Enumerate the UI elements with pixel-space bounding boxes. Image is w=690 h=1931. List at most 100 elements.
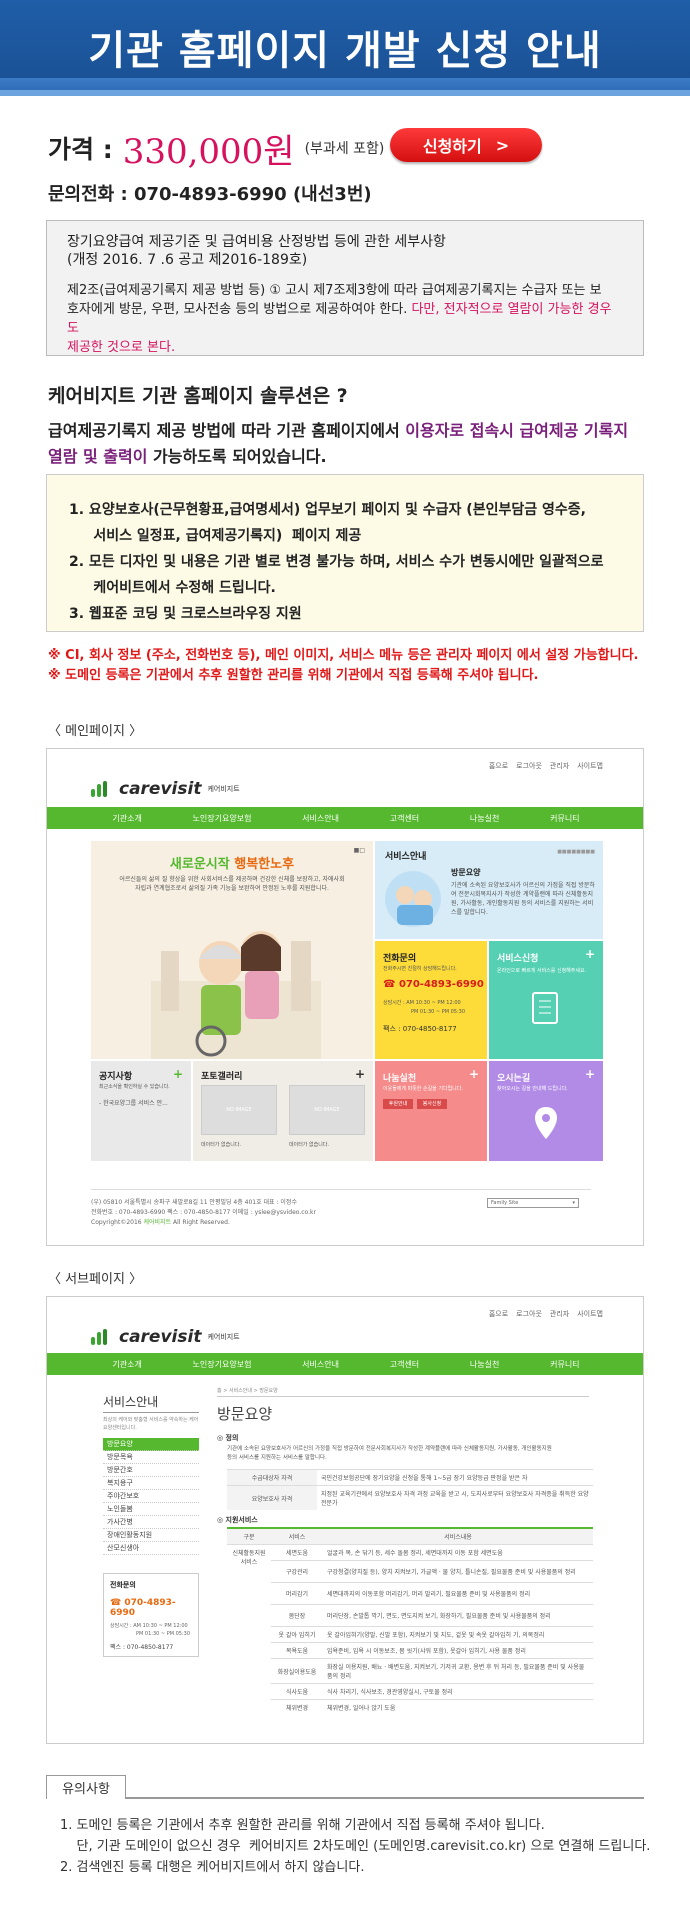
caution-item: 1. 도메인 등록은 기관에서 추후 원할한 관리를 위해 기관에서 직접 등록… (60, 1818, 545, 1833)
logo[interactable]: carevisit 케어비지트 (91, 1327, 240, 1347)
side-menu-item[interactable]: 가사간병 (103, 1516, 199, 1529)
table-cell: 수급대상자 자격 (227, 1469, 317, 1486)
apply-button-label: 신청하기 (422, 137, 482, 156)
share-text: 이웃들에게 따뜻한 손길을 기다립니다. (383, 1086, 463, 1092)
elderly-couple-illustration (151, 931, 321, 1059)
gallery-tile[interactable]: 포토갤러리 + NO IMAGE NO IMAGE 데이터가 없습니다. 데이터… (193, 1061, 373, 1161)
notice-tile-text: 최근소식을 확인하실 수 있습니다. (99, 1084, 170, 1090)
gnav-item[interactable]: 노인장기요양보험 (193, 813, 252, 824)
hero-text-line2: 자립과 연계협조로서 삶의질 가족 기능을 보완하여 안정된 노후를 지원합니다… (135, 885, 329, 892)
logo[interactable]: carevisit 케어비지트 (91, 779, 240, 799)
table-row: 옷 갈아 입히기 옷 갈아입혀기(양말, 신발 포함), 지켜보기 및 지도, 겉… (227, 1626, 593, 1643)
top-nav-home[interactable]: 홈으로 (489, 1309, 508, 1319)
notice-item: ※ CI, 회사 정보 (주소, 전화번호 등), 메인 이미지, 서비스 메뉴… (48, 648, 639, 663)
call-title: 전화문의 (383, 954, 417, 964)
breadcrumb: 홈 > 서비스안내 > 방문요양 (217, 1387, 589, 1397)
side-menu-item[interactable]: 산모신생아 (103, 1542, 199, 1555)
apply-tile-text: 온라인으로 빠르게 서비스를 신청해주세요. (497, 968, 587, 974)
donation-button[interactable]: 후원안내 (383, 1099, 413, 1109)
top-nav: 홈으로 로그아웃 관리자 사이트맵 (489, 761, 603, 771)
price-row: 가격 : 330,000원 (부과세 포함) (48, 124, 384, 172)
call-hours: 상담시간 : AM 10:30 ~ PM 12:00 PM 01:30 ~ PM … (383, 999, 465, 1017)
service-table: 구분 서비스 서비스내용 신체활동지원 서비스 세면도움 얼굴과 목, 손 닦기 등, … (227, 1527, 593, 1715)
feature-item: 2. 모든 디자인 및 내용은 기관 별로 변경 불가능 하며, 서비스 수가 … (69, 554, 604, 570)
gnav-item[interactable]: 나눔실천 (470, 1359, 499, 1370)
support-title: ◎ 지원서비스 (217, 1515, 258, 1525)
gnav-item[interactable]: 고객센터 (390, 813, 419, 824)
table-cell: 몸단장 (271, 1604, 323, 1627)
plus-icon[interactable]: + (585, 1067, 595, 1081)
plus-icon[interactable]: + (469, 1067, 479, 1081)
def-text-1: 기관에 소속된 요양보호사가 어르신의 가정을 직접 방문하여 전문사회복지사가… (227, 1446, 552, 1452)
plus-icon[interactable]: + (585, 947, 595, 961)
qualification-table: 수급대상자 자격 국민건강보험공단에 장기요양을 신청을 통해 1~5급 장기 요… (227, 1469, 593, 1510)
hero-title-text: 새로운시작 (169, 857, 235, 872)
family-site-select[interactable]: Family Site ▾ (487, 1198, 579, 1208)
regulation-body-text: 호자에게 방문, 우편, 모사전송 등의 방법으로 제공하여야 한다. (67, 302, 408, 317)
table-cell: 신체활동지원 서비스 (227, 1544, 271, 1715)
gallery-placeholder: NO IMAGE (201, 1085, 277, 1135)
banner-stripe-light (0, 90, 690, 96)
share-title: 나눔실천 (383, 1074, 417, 1084)
top-nav-admin[interactable]: 관리자 (550, 1309, 569, 1319)
map-tile[interactable]: 오시는길 + 찾아오시는 길을 안내해 드립니다. (489, 1061, 603, 1161)
side-menu-item[interactable]: 장애인활동지원 (103, 1529, 199, 1542)
side-desc: 최상의 케어와 맞춤형 서비스를 약속하는 케어 요양센터입니다. (103, 1417, 199, 1431)
map-pin-icon (535, 1107, 557, 1139)
apply-button[interactable]: 신청하기 > (390, 128, 542, 162)
top-nav-logout[interactable]: 로그아웃 (516, 1309, 542, 1319)
notice-tile[interactable]: 공지사항 + 최근소식을 확인하실 수 있습니다. - 한국요양그룹 서비스 안… (91, 1061, 191, 1161)
pager-icon[interactable]: ■□ (354, 847, 365, 854)
table-cell: 화장실 이용지원, 배뇨 · 배변도움, 지켜보기, 기저귀 교환, 용변 후 … (323, 1658, 593, 1684)
top-nav-sitemap[interactable]: 사이트맵 (577, 1309, 603, 1319)
gnav-item[interactable]: 서비스안내 (302, 813, 339, 824)
top-nav-sitemap[interactable]: 사이트맵 (577, 761, 603, 771)
top-nav-logout[interactable]: 로그아웃 (516, 761, 542, 771)
side-menu-item[interactable]: 방문간호 (103, 1464, 199, 1477)
chevron-down-icon: ▾ (572, 1200, 575, 1206)
side-call-hours: 상담시간 : AM 10:30 ~ PM 12:00 PM 01:30 ~ PM … (110, 1622, 192, 1638)
table-cell: 국민건강보험공단에 장기요양을 신청을 통해 1~5급 장기 요양등급 판정을 … (317, 1469, 593, 1486)
plus-icon[interactable]: + (173, 1067, 183, 1081)
table-cell: 식사도움 (271, 1683, 323, 1700)
side-menu-item[interactable]: 노인돌봄 (103, 1503, 199, 1516)
gnav-item[interactable]: 나눔실천 (470, 813, 499, 824)
solution-desc-text-2: 가능하도록 되어있습니다. (147, 447, 327, 466)
call-tile: 전화문의 전화주시면 친절히 상담해드립니다. ☎ 070-4893-6990 … (375, 941, 487, 1059)
apply-tile-title: 서비스신청 (497, 954, 539, 964)
gnav-item[interactable]: 서비스안내 (302, 1359, 339, 1370)
top-nav-home[interactable]: 홈으로 (489, 761, 508, 771)
table-header: 서비스내용 (323, 1527, 593, 1545)
call-hours-1: 상담시간 : AM 10:30 ~ PM 12:00 (383, 1000, 461, 1006)
features-box: 1. 요양보호사(근무현황표,급여명세서) 업무보기 페이지 및 수급자 (본인… (46, 474, 644, 632)
gnav-item[interactable]: 기관소개 (112, 813, 141, 824)
def-text-2: 등의 서비스를 지원하는 서비스를 말합니다. (227, 1455, 327, 1461)
price-label: 가격 : (48, 135, 113, 164)
gnav-item[interactable]: 커뮤니티 (550, 1359, 579, 1370)
plus-icon[interactable]: + (355, 1067, 365, 1081)
table-row: 화장실이용도움 화장실 이용지원, 배뇨 · 배변도움, 지켜보기, 기저귀 교환… (227, 1658, 593, 1684)
gnav-item[interactable]: 기관소개 (112, 1359, 141, 1370)
side-menu-item[interactable]: 복지용구 (103, 1477, 199, 1490)
caution-section: 유의사항 1. 도메인 등록은 기관에서 추후 원할한 관리를 위해 기관에서 … (46, 1775, 650, 1917)
share-tile[interactable]: 나눔실천 + 이웃들에게 따뜻한 손길을 기다립니다. 후원안내 봉사신청 (375, 1061, 487, 1161)
side-menu-item[interactable]: 주야간보호 (103, 1490, 199, 1503)
top-nav-admin[interactable]: 관리자 (550, 761, 569, 771)
main-page-label: 〈 메인페이지 〉 (48, 724, 143, 739)
gnav-item[interactable]: 고객센터 (390, 1359, 419, 1370)
notice-tile-item[interactable]: - 한국요양그룹 서비스 안... (99, 1099, 168, 1108)
apply-tile[interactable]: 서비스신청 + 온라인으로 빠르게 서비스를 신청해주세요. (489, 941, 603, 1059)
table-row: 머리감기 세면대까지의 이동포함 머리감기, 머리 말리기, 필요물품 준비 및 … (227, 1582, 593, 1605)
side-menu-item[interactable]: 방문요양 (103, 1438, 199, 1451)
gnav-item[interactable]: 커뮤니티 (550, 813, 579, 824)
regulation-body-line1: 제2조(급여제공기록지 제공 방법 등) ① 고시 제7조제3항에 따라 급여제… (67, 283, 602, 298)
gnav-item[interactable]: 노인장기요양보험 (193, 1359, 252, 1370)
table-cell: 식사 차리기, 식사보조, 경관영양실시, 구토물 정리 (323, 1683, 593, 1700)
service-tile[interactable]: 서비스안내 ■■■■■■■■ 방문요양 기관에 소속된 요양보호사가 어르신의 … (375, 841, 603, 939)
footer-brand: 케어비지트 (143, 1219, 172, 1226)
notice-item: ※ 도메인 등록은 기관에서 추후 원할한 관리를 위해 기관에서 직접 등록해… (48, 668, 539, 683)
support-title-text: 지원서비스 (225, 1516, 258, 1524)
side-menu-item[interactable]: 방문목욕 (103, 1451, 199, 1464)
caregiver-illustration (385, 871, 441, 927)
volunteer-button[interactable]: 봉사신청 (417, 1099, 447, 1109)
